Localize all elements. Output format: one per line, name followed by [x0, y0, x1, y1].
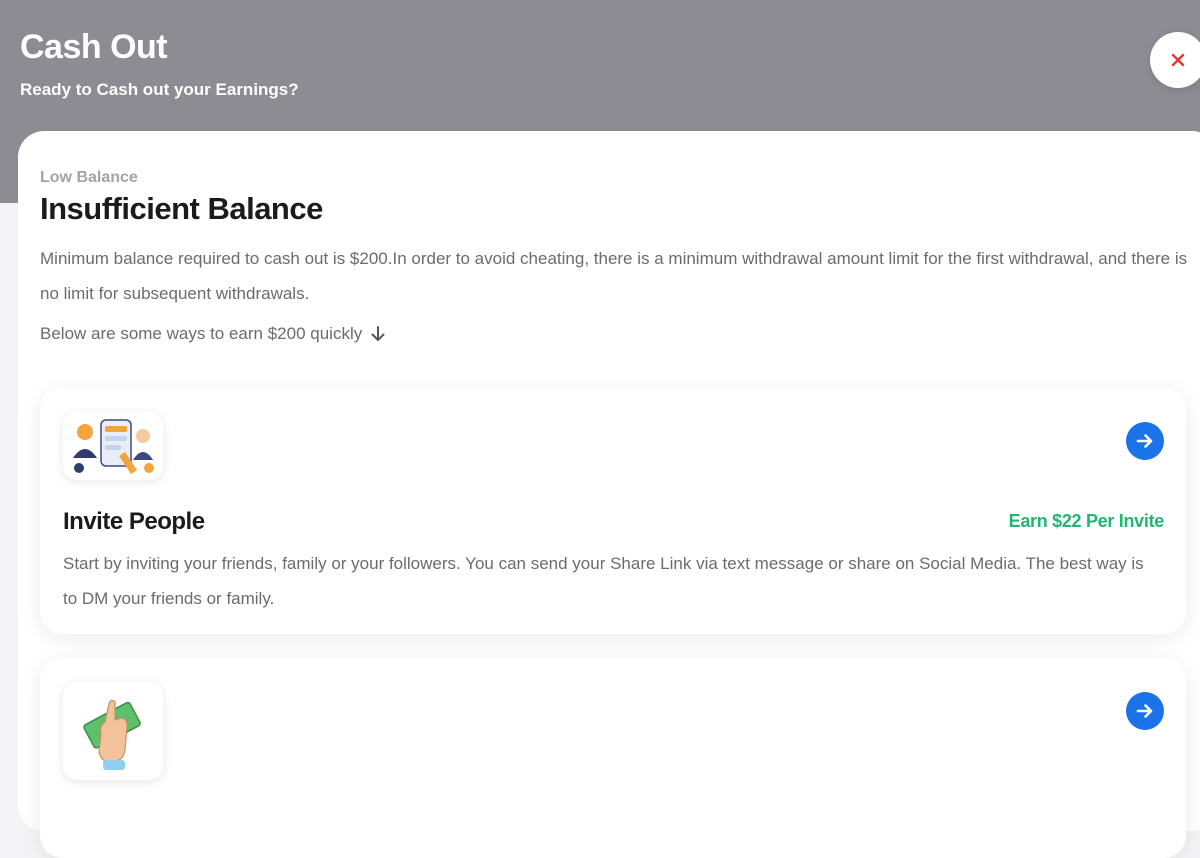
balance-description: Minimum balance required to cash out is … [40, 249, 1188, 303]
page-subtitle: Ready to Cash out your Earnings? [20, 80, 299, 99]
earn-cash-go-button[interactable] [1126, 692, 1164, 730]
invite-people-description: Start by inviting your friends, family o… [63, 554, 1144, 608]
earn-cash-card[interactable] [40, 658, 1186, 858]
earn-hint-text: Below are some ways to earn $200 quickly [40, 324, 363, 343]
arrow-right-circle-icon [1136, 434, 1153, 448]
earn-hint: Below are some ways to earn $200 quickly [40, 324, 386, 344]
page-title: Cash Out [20, 28, 168, 66]
invite-people-illustration [63, 412, 163, 480]
insufficient-balance-title: Insufficient Balance [40, 191, 323, 226]
invite-reward: Earn $22 Per Invite [1008, 511, 1165, 531]
arrow-right-circle-icon [1136, 704, 1153, 718]
invite-people-title: Invite People [63, 508, 205, 535]
hand-with-cash-illustration [63, 682, 163, 780]
close-button[interactable] [1150, 32, 1200, 88]
invite-people-go-button[interactable] [1126, 422, 1164, 460]
cash-out-panel: Low Balance Insufficient Balance Minimum… [18, 131, 1200, 858]
arrow-down-icon [371, 326, 385, 341]
invite-people-card[interactable]: Invite People Earn $22 Per Invite Start … [40, 388, 1186, 634]
close-icon [1171, 53, 1185, 67]
low-balance-label: Low Balance [40, 169, 138, 186]
